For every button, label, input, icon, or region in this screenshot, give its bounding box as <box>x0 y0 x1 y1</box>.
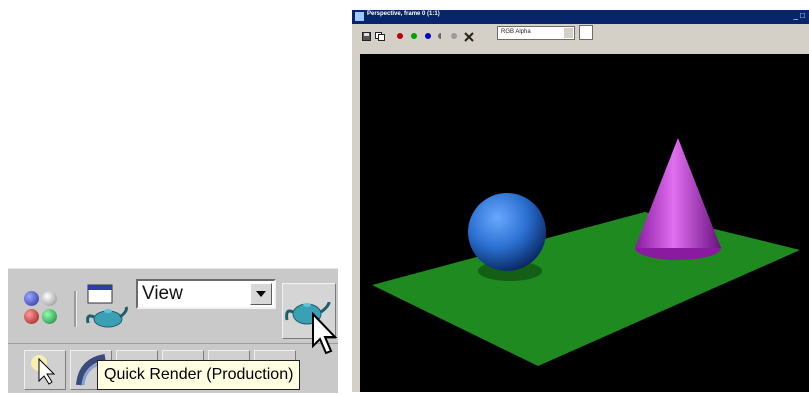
window-titlebar[interactable]: Perspective, frame 0 (1:1) _ □ <box>352 10 809 24</box>
alpha-channel-icon[interactable] <box>437 32 445 40</box>
channel-select[interactable]: RGB Alpha <box>497 26 575 40</box>
mono-icon[interactable] <box>450 32 458 40</box>
chevron-down-icon[interactable] <box>250 283 272 305</box>
channel-select-value: RGB Alpha <box>501 29 531 35</box>
material-ball-icon <box>42 309 57 324</box>
window-controls[interactable]: _ □ <box>793 11 805 20</box>
select-arrow-icon <box>31 355 56 385</box>
render-scene-dialog-button[interactable] <box>82 283 132 331</box>
ground-plane <box>372 212 800 366</box>
render-scene-dialog-icon <box>86 284 128 328</box>
tooltip: Quick Render (Production) <box>97 360 301 390</box>
material-ball-icon <box>24 291 39 306</box>
render-view-dropdown[interactable]: View <box>136 279 276 309</box>
cone <box>635 138 721 248</box>
red-channel-icon[interactable] <box>396 32 404 40</box>
view-dropdown-value: View <box>142 283 183 304</box>
chevron-down-icon[interactable] <box>564 28 573 38</box>
rendered-frame-window: Perspective, frame 0 (1:1) _ □ RGB Alpha <box>352 10 809 392</box>
sphere <box>468 193 546 271</box>
clone-icon[interactable] <box>375 32 385 41</box>
green-channel-icon[interactable] <box>410 32 418 40</box>
save-icon[interactable] <box>362 32 371 41</box>
material-ball-icon <box>42 291 57 306</box>
material-ball-icon <box>24 309 39 324</box>
window-title: Perspective, frame 0 (1:1) <box>367 11 440 17</box>
toolbar-separator <box>74 291 77 327</box>
mouse-cursor-icon <box>312 312 338 355</box>
render-viewport <box>360 54 809 392</box>
material-editor-button[interactable] <box>18 289 66 329</box>
select-object-button[interactable] <box>24 350 66 390</box>
display-color-swatch[interactable] <box>579 25 593 40</box>
blue-channel-icon[interactable] <box>424 32 432 40</box>
app-icon <box>355 12 364 21</box>
clear-icon[interactable] <box>464 32 474 42</box>
